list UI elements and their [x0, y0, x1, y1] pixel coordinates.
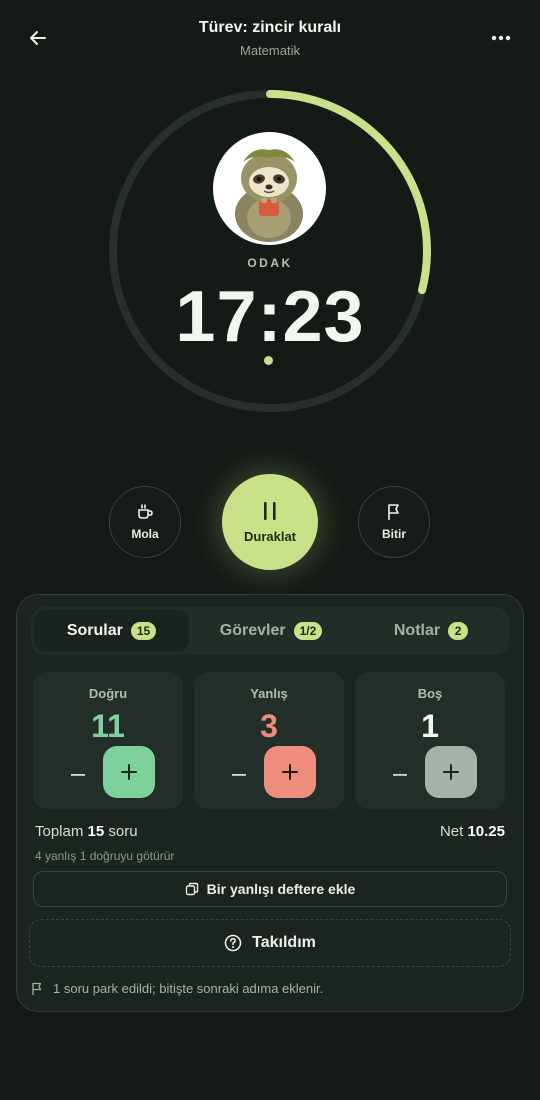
pause-button[interactable]: Duraklat [222, 474, 318, 570]
add-wrong-label: Bir yanlışı deftere ekle [206, 881, 356, 897]
more-button[interactable] [484, 24, 518, 52]
count-badge: 15 [130, 622, 157, 640]
sloth-mascot-icon [235, 149, 303, 242]
counter-value: 3 [260, 708, 278, 744]
decrement-button[interactable] [228, 764, 250, 786]
blank-counter: Boş 1 [355, 672, 505, 809]
break-label: Mola [131, 527, 159, 541]
timer-mode-label: ODAK [247, 256, 293, 270]
plus-icon [443, 764, 459, 780]
tab-label: Notlar [393, 622, 441, 639]
tab-tasks[interactable]: Görevler 1/2 [201, 610, 341, 652]
header: Türev: zincir kuralı Matematik [0, 0, 540, 80]
more-horizontal-icon [491, 35, 511, 41]
plus-icon [282, 764, 298, 780]
back-button[interactable] [22, 24, 54, 52]
park-note-text: 1 soru park edildi; bitişte sonraki adım… [53, 981, 324, 996]
counter-label: Doğru [88, 686, 128, 701]
total-prefix: Toplam [35, 823, 84, 840]
counter-label: Boş [417, 686, 443, 701]
minus-icon [71, 774, 85, 776]
pause-label: Duraklat [243, 528, 297, 544]
decrement-button[interactable] [67, 764, 89, 786]
pause-icon [264, 501, 276, 520]
avatar [213, 132, 326, 245]
increment-button[interactable] [425, 746, 477, 798]
minus-icon [232, 774, 246, 776]
counter-label: Yanlış [250, 686, 288, 701]
decrement-button[interactable] [389, 764, 411, 786]
tab-bar: Sorular 15 Görevler 1/2 Notlar 2 [31, 607, 509, 655]
focus-timer: ODAK 17:23 [107, 88, 433, 414]
finish-label: Bitir [382, 527, 406, 541]
copy-icon [185, 882, 198, 896]
wrong-counter: Yanlış 3 [194, 672, 344, 809]
flag-icon [388, 504, 399, 520]
total-suffix: soru [108, 823, 138, 840]
flag-icon [32, 982, 42, 995]
count-badge: 2 [448, 622, 469, 640]
counter-value: 11 [91, 708, 125, 744]
park-note: 1 soru park edildi; bitişte sonraki adım… [31, 981, 323, 996]
counter-value: 1 [421, 708, 439, 744]
coffee-cup-icon [138, 504, 153, 519]
tab-label: Görevler [219, 622, 286, 639]
timer-indicator-dot [264, 356, 273, 365]
correct-counter: Doğru 11 [33, 672, 183, 809]
increment-button[interactable] [264, 746, 316, 798]
total-questions: Toplam 15 soru [35, 823, 138, 840]
finish-button[interactable]: Bitir [358, 486, 430, 558]
net-value: 10.25 [467, 823, 505, 840]
increment-button[interactable] [103, 746, 155, 798]
page-title: Türev: zincir kuralı [198, 19, 342, 36]
net-label: Net [439, 823, 464, 840]
break-button[interactable]: Mola [109, 486, 181, 558]
net-score: Net 10.25 [440, 823, 505, 840]
stuck-button[interactable]: Takıldım [29, 919, 511, 967]
timer-display: 17:23 [175, 277, 365, 357]
stuck-label: Takıldım [252, 934, 316, 951]
page-subtitle: Matematik [240, 43, 300, 58]
scoring-rule: 4 yanlış 1 doğruyu götürür [35, 849, 175, 863]
tab-notes[interactable]: Notlar 2 [356, 610, 506, 652]
minus-icon [393, 774, 407, 776]
question-circle-icon [224, 934, 242, 952]
title-block: Türev: zincir kuralı Matematik [100, 19, 440, 58]
count-badge: 1/2 [293, 622, 323, 640]
tab-questions[interactable]: Sorular 15 [34, 610, 189, 652]
total-value: 15 [87, 823, 105, 840]
arrow-left-icon [30, 31, 46, 45]
add-wrong-to-notebook-button[interactable]: Bir yanlışı deftere ekle [33, 871, 507, 907]
tab-label: Sorular [66, 622, 123, 639]
questions-panel: Sorular 15 Görevler 1/2 Notlar 2 Doğru 1… [16, 594, 524, 1012]
plus-icon [121, 764, 137, 780]
